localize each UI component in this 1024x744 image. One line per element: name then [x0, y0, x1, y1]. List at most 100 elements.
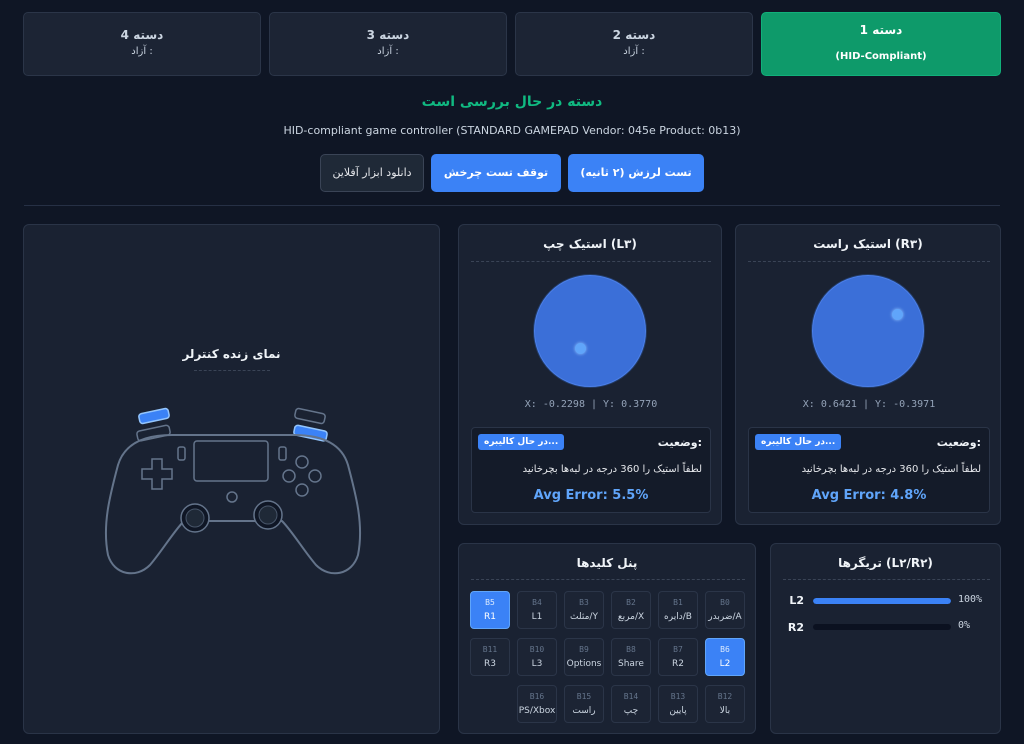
dpad [141, 458, 173, 490]
l2-bar-fill [813, 598, 951, 604]
key-label: مثلث/Y [570, 612, 598, 622]
key-label: مربع/X [617, 612, 645, 622]
l2-bar [813, 598, 951, 604]
download-offline-tool-button[interactable]: دانلود ابزار آفلاین [320, 154, 424, 192]
avg-error: Avg Error: 5.5% [533, 488, 649, 503]
key-label: ضربدر/A [708, 612, 742, 622]
key-id: B16 [529, 692, 545, 701]
key-label: چپ [623, 706, 639, 716]
controller-body [104, 434, 362, 575]
l2-value: 100% [958, 594, 983, 605]
key-id: B6 [720, 645, 730, 654]
key-id: B8 [626, 645, 636, 654]
status-label: وضعیت: [936, 436, 981, 449]
tab-title: دسته 3 [366, 28, 410, 42]
divider [24, 205, 1000, 206]
key-id: B5 [485, 598, 495, 607]
key-b15: B15 راست [564, 685, 604, 723]
tab-controller-1[interactable]: دسته 1 (HID-Compliant) [761, 12, 1001, 76]
tab-controller-4[interactable]: دسته 4 آزاد : [23, 12, 261, 76]
key-label: Share [618, 659, 644, 669]
share-button [177, 446, 186, 461]
key-b12: B12 بالا [705, 685, 745, 723]
tab-controller-2[interactable]: دسته 2 آزاد : [515, 12, 753, 76]
key-b3: B3 مثلث/Y [564, 591, 604, 629]
ps-button [226, 491, 238, 503]
triggers-panel: تریگرها (L۲/R۲) L2 100% R2 0% [770, 543, 1001, 734]
live-view-panel: نمای زنده کنترلر [23, 224, 440, 734]
key-id: B14 [623, 692, 639, 701]
key-label: L2 [719, 659, 731, 669]
left-stick-coords: X: -0.2298 | Y: 0.3770 [524, 399, 658, 410]
right-calibration-box: وضعیت: در حال کالیبره... لطفاً استیک را … [748, 427, 990, 513]
key-id: B0 [720, 598, 730, 607]
key-id: B10 [529, 645, 545, 654]
key-b5: B5 R1 [470, 591, 510, 629]
key-label: L1 [531, 612, 543, 622]
key-label: PS/Xbox [518, 706, 556, 716]
status-label: وضعیت: [657, 436, 702, 449]
device-description: HID-compliant game controller (STANDARD … [283, 124, 741, 137]
key-id: B12 [717, 692, 733, 701]
tab-subtitle: آزاد : [131, 46, 153, 57]
gamepad-illustration [104, 407, 362, 575]
left-stick-title: استیک چپ (L۳) [543, 237, 637, 251]
calibration-hint: لطفاً استیک را 360 درجه در لبه‌ها بچرخان… [801, 464, 981, 475]
key-id: B1 [673, 598, 683, 607]
key-label: Options [566, 659, 602, 669]
calibrating-badge: در حال کالیبره... [755, 434, 842, 450]
tab-subtitle: آزاد : [623, 46, 645, 57]
key-b2: B2 مربع/X [611, 591, 651, 629]
face-button-bottom [295, 483, 309, 497]
key-label: پایین [669, 706, 687, 716]
left-stick-panel: استیک چپ (L۳) X: -0.2298 | Y: 0.3770 وضع… [458, 224, 722, 525]
title-underline [783, 579, 990, 580]
key-b10: B10 L3 [517, 638, 557, 676]
key-label: دایره/B [664, 612, 692, 622]
key-id: B2 [626, 598, 636, 607]
avg-error: Avg Error: 4.8% [811, 488, 927, 503]
status-title: دسته در حال بررسی است [421, 94, 603, 110]
key-label: R2 [672, 659, 684, 669]
calibrating-badge: در حال کالیبره... [478, 434, 565, 450]
key-label: L3 [531, 659, 543, 669]
key-id: B13 [670, 692, 686, 701]
face-button-right [308, 469, 322, 483]
key-b16: B16 PS/Xbox [517, 685, 557, 723]
key-id: B7 [673, 645, 683, 654]
tab-title: دسته 2 [612, 28, 656, 42]
r2-bar [813, 624, 951, 630]
key-id: B11 [482, 645, 498, 654]
vibration-test-button[interactable]: تست لرزش (۲ ثانیه) [568, 154, 704, 192]
key-b11: B11 R3 [470, 638, 510, 676]
key-b8: B8 Share [611, 638, 651, 676]
right-stick-visual [812, 275, 924, 387]
key-b14: B14 چپ [611, 685, 651, 723]
keys-panel: پنل کلیدها B0 ضربدر/A B1 دایره/B B2 مربع/X B3 م… [458, 543, 756, 734]
tab-title: دسته 4 [120, 28, 164, 42]
triggers-title: تریگرها (L۲/R۲) [838, 556, 933, 570]
r2-label: R2 [787, 621, 804, 634]
key-b13: B13 پایین [658, 685, 698, 723]
key-id: B15 [576, 692, 592, 701]
tab-controller-3[interactable]: دسته 3 آزاد : [269, 12, 507, 76]
key-label: R3 [484, 659, 496, 669]
r1-bumper-upper [294, 407, 326, 425]
key-label: بالا [719, 706, 731, 716]
key-b0: B0 ضربدر/A [705, 591, 745, 629]
l2-label: L2 [789, 594, 804, 607]
face-button-left [282, 469, 296, 483]
key-b9: B9 Options [564, 638, 604, 676]
stop-rotation-test-button[interactable]: توقف تست چرخش [431, 154, 561, 192]
l1-bumper [138, 407, 170, 425]
options-button [278, 446, 287, 461]
key-b4: B4 L1 [517, 591, 557, 629]
key-id: B3 [579, 598, 589, 607]
face-button-top [295, 455, 309, 469]
key-label: R1 [484, 612, 496, 622]
right-stick-position-dot [892, 308, 904, 320]
left-stick-visual [534, 275, 646, 387]
key-b6: B6 L2 [705, 638, 745, 676]
calibration-hint: لطفاً استیک را 360 درجه در لبه‌ها بچرخان… [522, 464, 702, 475]
key-label: راست [572, 706, 596, 716]
